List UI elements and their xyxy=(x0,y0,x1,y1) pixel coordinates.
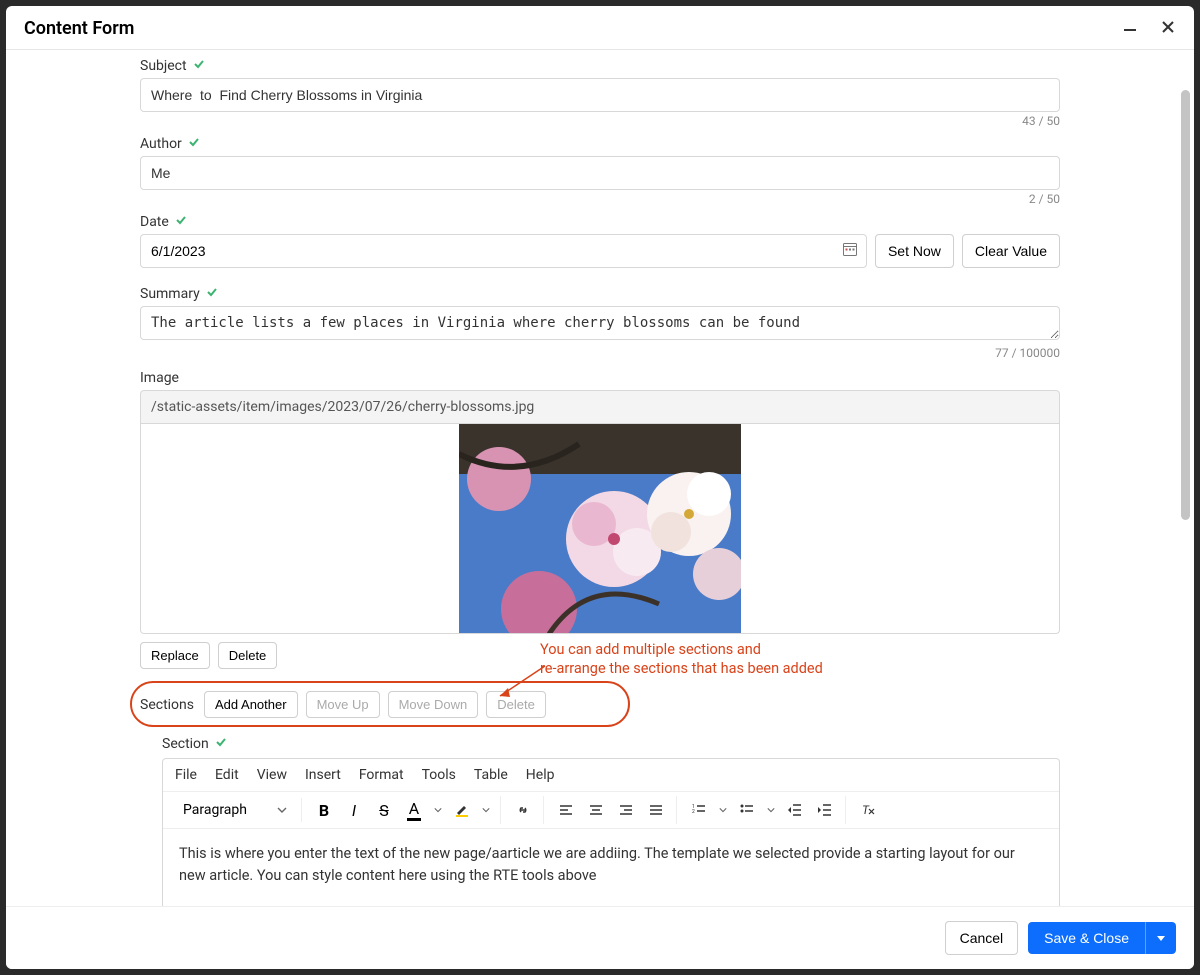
text-color-icon[interactable]: A xyxy=(400,796,428,824)
cancel-button[interactable]: Cancel xyxy=(945,921,1019,955)
highlight-icon[interactable] xyxy=(448,796,476,824)
menu-view[interactable]: View xyxy=(257,767,287,783)
titlebar-actions xyxy=(1122,19,1176,39)
titlebar: Content Form xyxy=(6,6,1194,50)
image-path: /static-assets/item/images/2023/07/26/ch… xyxy=(140,390,1060,424)
author-count: 2 / 50 xyxy=(140,192,1060,206)
field-subject: Subject 43 / 50 xyxy=(140,58,1060,128)
paragraph-select[interactable]: Paragraph xyxy=(175,798,295,822)
calendar-icon[interactable] xyxy=(834,241,866,261)
ordered-list-chevron-icon[interactable] xyxy=(715,796,731,824)
date-label: Date xyxy=(140,214,169,230)
form-body: Subject 43 / 50 Author 2 / 50 Date xyxy=(6,50,1194,969)
outdent-icon[interactable] xyxy=(781,796,809,824)
save-button-group: Save & Close xyxy=(1028,922,1176,954)
add-another-button[interactable]: Add Another xyxy=(204,691,298,718)
indent-icon[interactable] xyxy=(811,796,839,824)
bold-icon[interactable]: B xyxy=(310,796,338,824)
highlight-chevron-icon[interactable] xyxy=(478,796,494,824)
annotation-line2: re-arrange the sections that has been ad… xyxy=(540,660,823,679)
link-icon[interactable] xyxy=(509,796,537,824)
menu-format[interactable]: Format xyxy=(359,767,404,783)
editor-toolbar: Paragraph B I S A xyxy=(163,792,1059,829)
rich-text-editor: File Edit View Insert Format Tools Table… xyxy=(162,758,1060,910)
field-image: Image /static-assets/item/images/2023/07… xyxy=(140,370,1060,669)
field-date: Date Set Now Clear Value xyxy=(140,214,1060,268)
cherry-blossoms-image xyxy=(459,424,741,634)
check-icon xyxy=(188,136,200,152)
menu-help[interactable]: Help xyxy=(526,767,555,783)
modal-footer: Cancel Save & Close xyxy=(6,906,1194,969)
align-justify-icon[interactable] xyxy=(642,796,670,824)
date-input[interactable] xyxy=(141,235,834,267)
ordered-list-icon[interactable]: 12 xyxy=(685,796,713,824)
annotation-line1: You can add multiple sections and xyxy=(540,641,823,660)
set-now-button[interactable]: Set Now xyxy=(875,234,954,268)
menu-file[interactable]: File xyxy=(175,767,197,783)
save-close-button[interactable]: Save & Close xyxy=(1028,922,1145,954)
section-label: Section xyxy=(162,736,209,752)
summary-count: 77 / 100000 xyxy=(140,346,1060,360)
delete-image-button[interactable]: Delete xyxy=(218,642,278,669)
annotation-text: You can add multiple sections and re-arr… xyxy=(540,641,823,679)
unordered-list-icon[interactable] xyxy=(733,796,761,824)
field-author: Author 2 / 50 xyxy=(140,136,1060,206)
save-more-button[interactable] xyxy=(1145,922,1176,954)
annotation-arrow-icon xyxy=(490,661,550,711)
menu-insert[interactable]: Insert xyxy=(305,767,341,783)
check-icon xyxy=(215,736,227,752)
image-preview xyxy=(140,424,1060,634)
scrollbar[interactable] xyxy=(1178,50,1192,921)
italic-icon[interactable]: I xyxy=(340,796,368,824)
check-icon xyxy=(175,214,187,230)
chevron-down-icon xyxy=(277,805,287,815)
field-section: Section File Edit View Insert Format Too… xyxy=(140,736,1060,910)
caret-down-icon xyxy=(1156,933,1166,943)
clear-value-button[interactable]: Clear Value xyxy=(962,234,1060,268)
menu-tools[interactable]: Tools xyxy=(422,767,456,783)
unordered-list-chevron-icon[interactable] xyxy=(763,796,779,824)
svg-text:T: T xyxy=(862,803,870,817)
editor-content[interactable]: This is where you enter the text of the … xyxy=(163,829,1059,909)
modal-window: Content Form Subject 43 / 50 xyxy=(6,6,1194,969)
strikethrough-icon[interactable]: S xyxy=(370,796,398,824)
subject-count: 43 / 50 xyxy=(140,114,1060,128)
text-color-chevron-icon[interactable] xyxy=(430,796,446,824)
align-right-icon[interactable] xyxy=(612,796,640,824)
check-icon xyxy=(206,286,218,302)
svg-text:2: 2 xyxy=(692,809,695,815)
move-up-button[interactable]: Move Up xyxy=(306,691,380,718)
clear-format-icon[interactable]: T xyxy=(854,796,882,824)
author-input[interactable] xyxy=(140,156,1060,190)
align-left-icon[interactable] xyxy=(552,796,580,824)
modal-title: Content Form xyxy=(24,18,134,39)
subject-label: Subject xyxy=(140,58,187,74)
replace-image-button[interactable]: Replace xyxy=(140,642,210,669)
editor-menubar: File Edit View Insert Format Tools Table… xyxy=(163,759,1059,792)
menu-edit[interactable]: Edit xyxy=(215,767,239,783)
check-icon xyxy=(193,58,205,74)
minimize-icon[interactable] xyxy=(1122,19,1138,39)
move-down-button[interactable]: Move Down xyxy=(388,691,479,718)
close-icon[interactable] xyxy=(1160,19,1176,39)
summary-input[interactable]: The article lists a few places in Virgin… xyxy=(140,306,1060,340)
align-center-icon[interactable] xyxy=(582,796,610,824)
image-label: Image xyxy=(140,370,179,386)
menu-table[interactable]: Table xyxy=(474,767,508,783)
field-summary: Summary The article lists a few places i… xyxy=(140,286,1060,360)
sections-label: Sections xyxy=(140,697,194,713)
author-label: Author xyxy=(140,136,182,152)
scrollbar-thumb[interactable] xyxy=(1181,90,1190,520)
subject-input[interactable] xyxy=(140,78,1060,112)
summary-label: Summary xyxy=(140,286,200,302)
sections-controls: Sections Add Another Move Up Move Down D… xyxy=(140,691,1060,718)
date-input-wrap xyxy=(140,234,867,268)
